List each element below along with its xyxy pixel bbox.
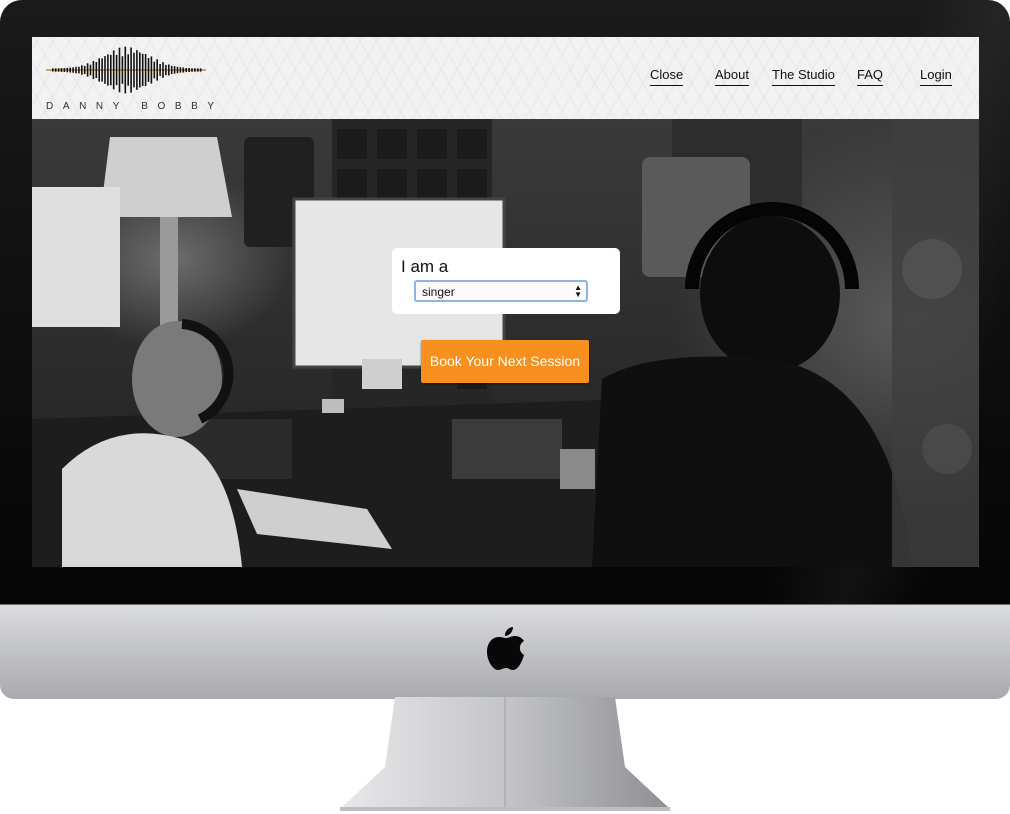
hero-section: I am a singer ▲ ▼ Book Your Next Session [32, 119, 979, 567]
monitor-stand [340, 697, 670, 811]
role-selector-label: I am a [401, 257, 449, 276]
nav-the-studio[interactable]: The Studio [772, 67, 835, 86]
nav-faq[interactable]: FAQ [857, 67, 884, 86]
book-session-button[interactable]: Book Your Next Session [421, 340, 589, 383]
main-nav: Close About The Studio FAQ Login [32, 67, 979, 91]
nav-about[interactable]: About [715, 67, 749, 86]
site-header: DANNY BOBBY Close About The Studio FAQ L… [32, 37, 979, 119]
role-select[interactable]: singer ▲ ▼ [414, 280, 588, 302]
apple-logo-icon [487, 627, 524, 670]
nav-login[interactable]: Login [920, 67, 952, 86]
role-selector-card: I am a singer ▲ ▼ [392, 248, 620, 314]
select-updown-icon: ▲ ▼ [574, 283, 582, 299]
nav-close[interactable]: Close [650, 67, 684, 86]
screen: DANNY BOBBY Close About The Studio FAQ L… [32, 37, 979, 567]
role-select-value: singer [422, 285, 455, 299]
brand-name: DANNY BOBBY [46, 101, 224, 112]
